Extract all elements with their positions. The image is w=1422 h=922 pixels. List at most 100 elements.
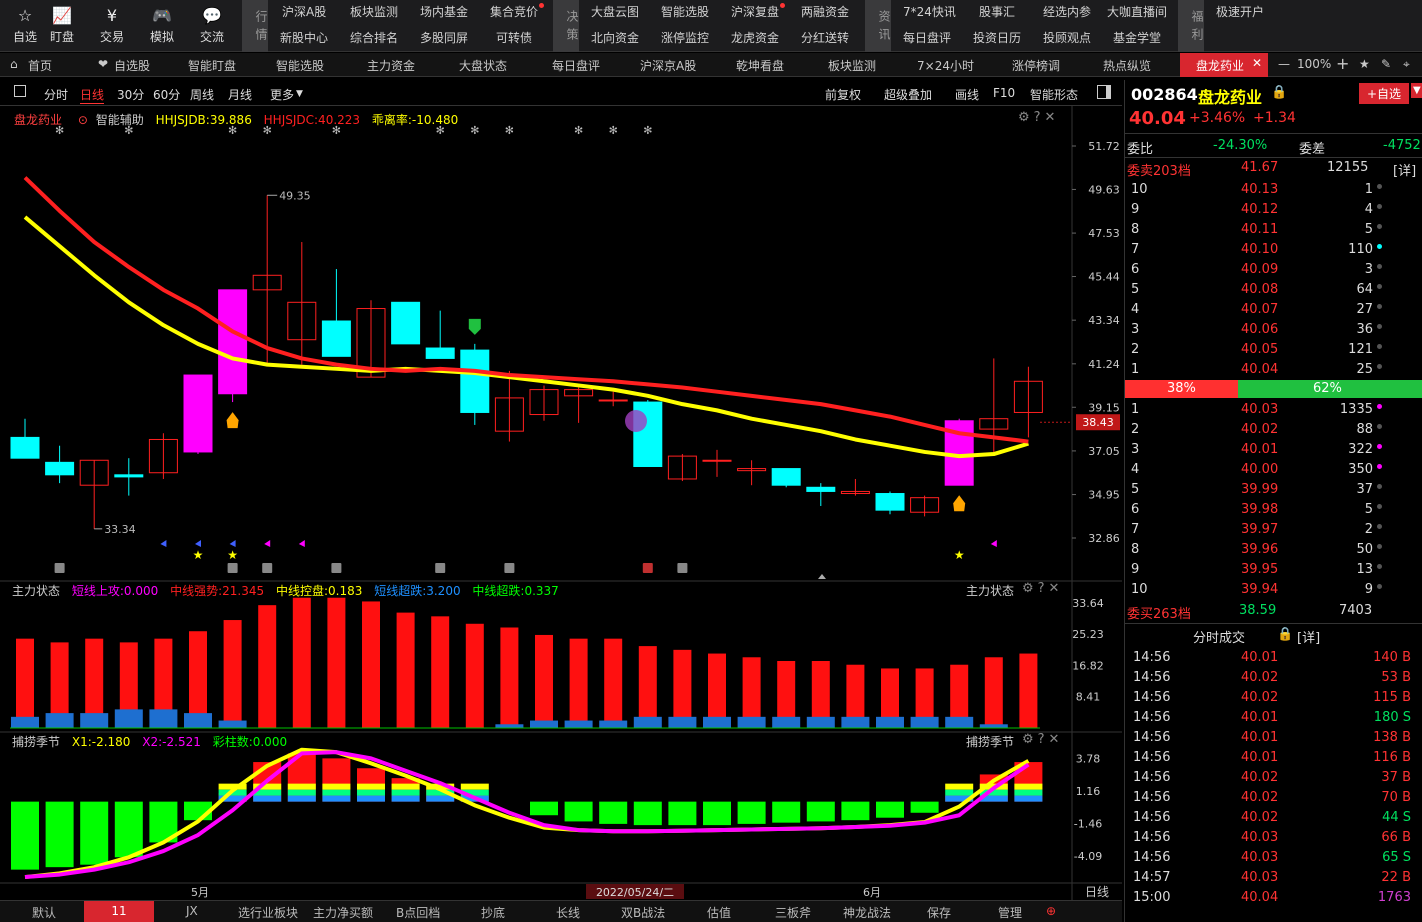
period-60m[interactable]: 60分 [153, 86, 180, 103]
menu-open-account[interactable]: 极速开户 [1216, 3, 1264, 20]
menu-fund-school[interactable]: 基金学堂 [1113, 29, 1161, 46]
menu-ipo-center[interactable]: 新股中心 [280, 29, 328, 46]
ask-row: 10 40.13 1 [1125, 180, 1422, 200]
tab-market[interactable]: 行情 [242, 0, 268, 52]
period-intraday[interactable]: 分时 [44, 86, 68, 103]
menu-calendar[interactable]: 投资日历 [973, 29, 1021, 46]
zoom-out-button[interactable]: — [1278, 57, 1290, 71]
period-weekly[interactable]: 周线 [190, 86, 214, 103]
menu-auction[interactable]: 集合竞价 [490, 3, 545, 20]
period-more[interactable]: 更多 [270, 86, 294, 103]
add-watchlist-button[interactable]: +自选 [1359, 83, 1410, 104]
tab-watchlist[interactable]: 自选股 [114, 57, 150, 74]
menu-multi-stock[interactable]: 多股同屏 [420, 29, 468, 46]
menu-stories[interactable]: 股事汇 [979, 3, 1015, 20]
pin-icon[interactable]: ⌖ [1403, 57, 1410, 72]
draw-button[interactable]: 画线 [955, 86, 979, 103]
tab-active-stock[interactable]: 盘龙药业 ✕ [1180, 53, 1268, 77]
p3-bar-green [668, 801, 697, 826]
menu-daily-review[interactable]: 每日盘评 [903, 29, 951, 46]
event-badge-icon [262, 563, 273, 573]
preset-double-b[interactable]: 双B战法 [621, 904, 665, 921]
tab-24h[interactable]: 7×24小时 [917, 57, 974, 74]
tab-hotspot[interactable]: 热点纵览 [1103, 57, 1151, 74]
tab-welfare[interactable]: 福利 [1178, 0, 1204, 52]
tab-limit-board[interactable]: 涨停榜调 [1012, 57, 1060, 74]
f10-button[interactable]: F10 [993, 86, 1015, 100]
menu-convertible[interactable]: 可转债 [496, 29, 532, 46]
panel-toggle-icon[interactable] [1097, 85, 1111, 99]
tab-home[interactable]: 首页 [28, 57, 52, 74]
detail-link[interactable]: [详] [1393, 160, 1416, 179]
tab-market-state[interactable]: 大盘状态 [459, 57, 507, 74]
favorite-star-icon[interactable]: ★ [1359, 57, 1370, 71]
preset-save[interactable]: 保存 [927, 904, 951, 921]
menu-ranking[interactable]: 综合排名 [350, 29, 398, 46]
menu-limitup[interactable]: 涨停监控 [661, 29, 709, 46]
trades-detail-link[interactable]: [详] [1297, 627, 1320, 646]
period-daily[interactable]: 日线 [80, 86, 105, 104]
kline-chart[interactable]: 49.35 33.34 ✻ ✻ ✻ ✻ ✻ ✻ ✻ ✻ ✻ ✻ ✻ ★ ★ ★ 51.72 49.63 47.53… [0, 106, 1122, 900]
trade-price: 40.02 [1241, 670, 1279, 685]
zoom-in-button[interactable]: + [1336, 54, 1349, 73]
layout-toggle-icon[interactable] [14, 85, 26, 97]
community-button[interactable]: 💬 交流 [187, 0, 237, 52]
overlay-select[interactable]: 超级叠加 [884, 86, 932, 103]
preset-net-buy[interactable]: 主力净买额 [313, 904, 373, 921]
menu-review[interactable]: 沪深复盘 [731, 3, 786, 20]
home-icon[interactable]: ⌂ [10, 57, 18, 71]
menu-live[interactable]: 大咖直播间 [1107, 3, 1167, 20]
tab-a-shares[interactable]: 沪深京A股 [640, 57, 696, 74]
p3-rainbow-segment [357, 795, 385, 802]
trade-row: 14:56 40.02 70 B [1125, 788, 1422, 808]
menu-cloud[interactable]: 大盘云图 [591, 3, 639, 20]
chevron-down-icon[interactable]: ▼ [1411, 83, 1422, 98]
menu-fund[interactable]: 场内基金 [420, 3, 468, 20]
level-label: 1 [1131, 402, 1140, 417]
pencil-icon[interactable]: ✎ [1381, 57, 1391, 71]
menu-dragon-tiger[interactable]: 龙虎资金 [731, 29, 779, 46]
tab-main-fund[interactable]: 主力资金 [367, 57, 415, 74]
collapse-up-icon[interactable]: ⊕ [1046, 904, 1056, 918]
trades-title[interactable]: 分时成交 [1193, 627, 1245, 646]
menu-a-shares[interactable]: 沪深A股 [282, 3, 326, 20]
menu-smart-pick[interactable]: 智能选股 [661, 3, 709, 20]
tab-qiankun[interactable]: 乾坤看盘 [736, 57, 784, 74]
tab-news[interactable]: 资讯 [865, 0, 891, 52]
pattern-button[interactable]: 智能形态 [1030, 86, 1078, 103]
menu-northbound[interactable]: 北向资金 [591, 29, 639, 46]
menu-dividend[interactable]: 分红送转 [801, 29, 849, 46]
preset-jx[interactable]: JX [186, 904, 198, 918]
preset-sector[interactable]: 选行业板块 [238, 904, 298, 921]
preset-manage[interactable]: 管理 [998, 904, 1022, 921]
preset-dragon[interactable]: 神龙战法 [843, 904, 891, 921]
menu-insider[interactable]: 经选内参 [1043, 3, 1091, 20]
trade-row: 14:56 40.02 44 S [1125, 808, 1422, 828]
tab-smart-monitor[interactable]: 智能盯盘 [188, 57, 236, 74]
close-tab-icon[interactable]: ✕ [1252, 56, 1262, 70]
preset-active[interactable]: 11 [84, 901, 154, 922]
preset-default[interactable]: 默认 [32, 904, 56, 921]
preset-b-point[interactable]: B点回档 [396, 904, 440, 921]
lock-icon[interactable]: 🔒 [1271, 85, 1287, 100]
tab-sector[interactable]: 板块监测 [828, 57, 876, 74]
period-30m[interactable]: 30分 [117, 86, 144, 103]
menu-advisor[interactable]: 投顾观点 [1043, 29, 1091, 46]
preset-long[interactable]: 长线 [556, 904, 580, 921]
monitor-button[interactable]: 📈 盯盘 [37, 0, 87, 52]
menu-sector-monitor[interactable]: 板块监测 [350, 3, 398, 20]
menu-flash[interactable]: 7*24快讯 [903, 3, 956, 20]
tab-smart-pick[interactable]: 智能选股 [276, 57, 324, 74]
tab-daily-review[interactable]: 每日盘评 [552, 57, 600, 74]
tab-decision[interactable]: 决策 [553, 0, 579, 52]
preset-three-axe[interactable]: 三板斧 [775, 904, 811, 921]
preset-bottom[interactable]: 抄底 [481, 904, 505, 921]
period-monthly[interactable]: 月线 [228, 86, 252, 103]
p2-bar-red [16, 638, 34, 728]
menu-margin[interactable]: 两融资金 [801, 3, 849, 20]
adjust-select[interactable]: 前复权 [825, 86, 861, 103]
simulate-button[interactable]: 🎮 模拟 [137, 0, 187, 52]
preset-valuation[interactable]: 估值 [707, 904, 731, 921]
ratio-buy: 38% [1167, 381, 1196, 396]
trade-button[interactable]: ¥ 交易 [87, 0, 137, 52]
